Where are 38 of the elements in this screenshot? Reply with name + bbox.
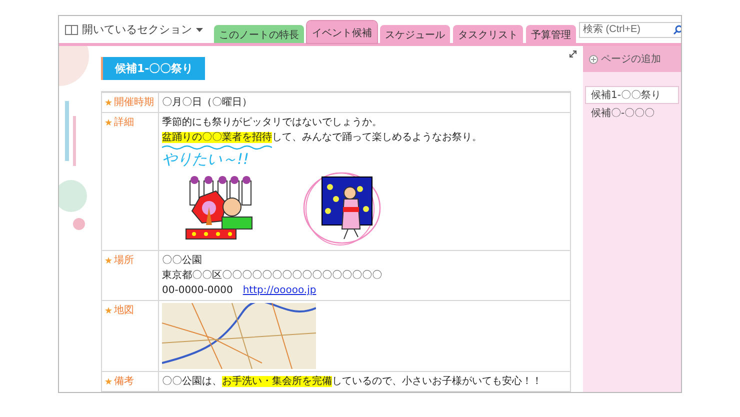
star-icon xyxy=(105,119,112,126)
section-title[interactable]: 開いているセクション xyxy=(82,22,192,37)
text: 季節的にも祭りがピッタリではないでしょうか。 xyxy=(162,117,382,128)
plus-icon xyxy=(589,54,598,64)
text: 00-0000-0000 xyxy=(162,285,233,296)
text: しているので、小さいお子様がいても安心！！ xyxy=(332,376,542,387)
handwritten-note: やりたい～!! xyxy=(162,150,250,168)
link[interactable]: http://ooooo.jp xyxy=(242,285,316,296)
section-tab[interactable]: タスクリスト xyxy=(453,25,523,43)
section-tab[interactable]: スケジュール xyxy=(380,25,450,43)
field-label: 備考 xyxy=(114,374,134,389)
star-icon xyxy=(105,99,112,106)
search-field[interactable]: 検索 (Ctrl+E) xyxy=(579,22,681,38)
expand-icon[interactable] xyxy=(569,50,577,58)
page-list-item[interactable]: 候補1-〇〇祭り xyxy=(585,86,679,104)
page-list-item[interactable]: 候補〇-〇〇〇 xyxy=(585,104,679,122)
field-label: 開催時期 xyxy=(114,96,154,110)
field-label: 地図 xyxy=(114,304,134,318)
star-icon xyxy=(105,307,112,314)
field-label: 詳細 xyxy=(114,116,134,130)
text: 〇〇公園は、 xyxy=(162,376,222,387)
dropdown-caret-icon[interactable] xyxy=(196,28,203,32)
field-label: 場所 xyxy=(114,254,134,268)
add-page-button[interactable]: ページの追加 xyxy=(583,46,681,72)
text: 東京都〇〇区〇〇〇〇〇〇〇〇〇〇〇〇〇〇〇〇 xyxy=(162,270,382,281)
section-tab[interactable]: 予算管理 xyxy=(526,25,576,43)
page-title: 候補1-〇〇祭り xyxy=(101,57,206,80)
notebook-icon xyxy=(65,24,78,34)
section-tab[interactable]: このノートの特長 xyxy=(214,25,304,43)
section-tab[interactable]: イベント候補 xyxy=(307,21,377,43)
search-icon[interactable] xyxy=(673,24,681,34)
highlighted-text: 盆踊りの〇〇業者を招待 xyxy=(162,132,272,143)
star-icon xyxy=(105,378,112,385)
highlighted-text: お手洗い・集会所を完備 xyxy=(222,376,332,387)
text: 〇月〇日（〇曜日） xyxy=(162,97,252,108)
text: 〇〇公園 xyxy=(162,255,202,266)
star-icon xyxy=(105,257,112,264)
text: して、みんなで踊って楽しめるようなお祭り。 xyxy=(272,132,482,143)
